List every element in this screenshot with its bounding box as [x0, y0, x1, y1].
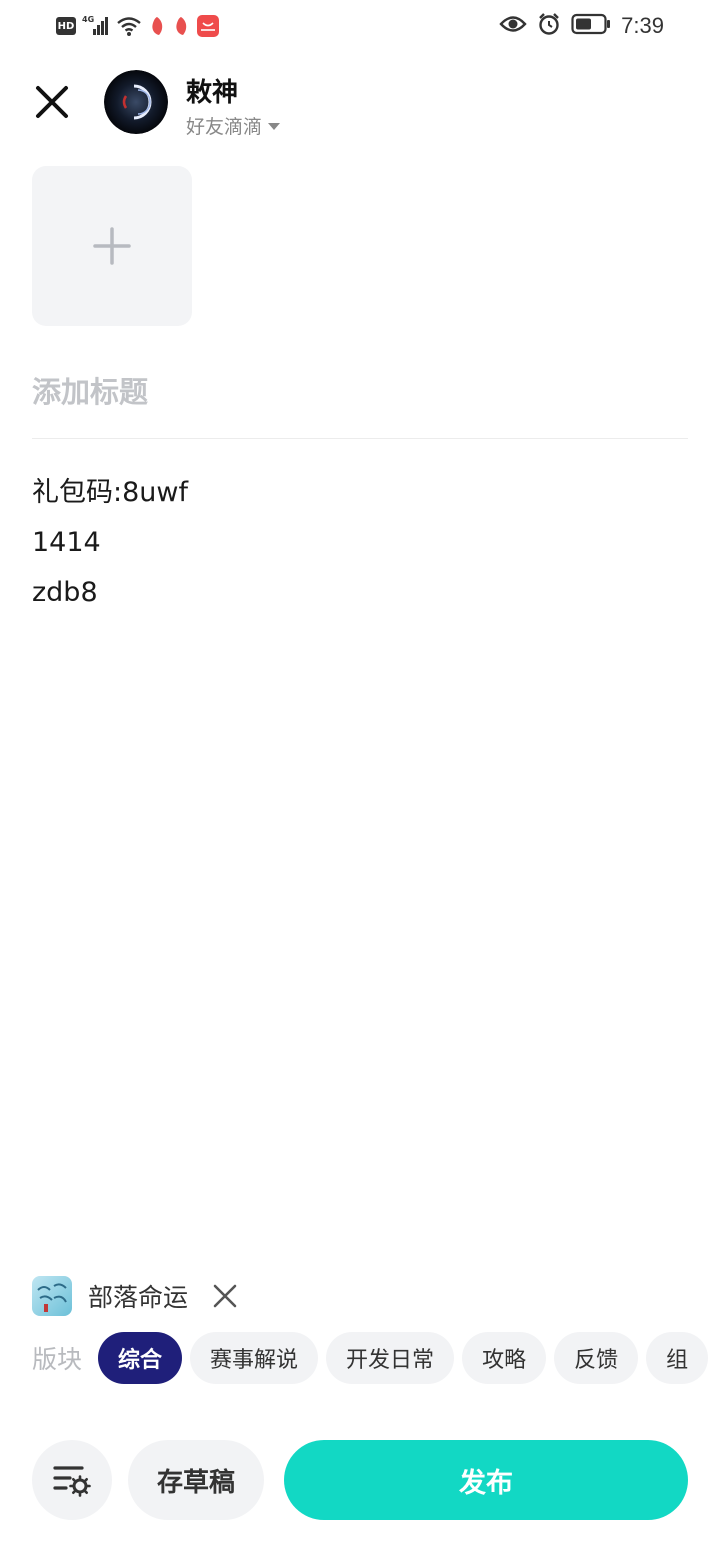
section-chip-dev-diary[interactable]: 开发日常 [326, 1332, 455, 1384]
app-notification-icon [172, 15, 190, 37]
title-divider [32, 438, 688, 439]
remove-game-button[interactable] [210, 1281, 240, 1311]
app-notification-icon [148, 15, 166, 37]
visibility-label: 好友滴滴 [186, 116, 263, 138]
section-label: 版块 [32, 1345, 83, 1374]
caret-down-icon [268, 123, 281, 130]
close-button[interactable] [30, 80, 74, 124]
status-bar: HD 4G 7:39 [0, 0, 720, 56]
settings-list-icon [53, 1466, 91, 1497]
alarm-icon [537, 12, 561, 40]
hd-icon: HD [56, 17, 76, 35]
app-store-icon [196, 14, 220, 38]
section-chip-guides[interactable]: 攻略 [462, 1332, 547, 1384]
content-line: zdb8 [32, 577, 98, 608]
title-input[interactable] [32, 368, 688, 416]
plus-icon [93, 227, 131, 265]
save-draft-button[interactable]: 存草稿 [128, 1440, 264, 1520]
add-image-button[interactable] [32, 166, 192, 326]
game-name: 部落命运 [88, 1283, 189, 1312]
content-line: 礼包码:8uwf [32, 477, 188, 508]
signal-icon: 4G [82, 15, 110, 37]
avatar[interactable] [104, 70, 168, 134]
game-icon [32, 1276, 72, 1316]
hd-label: HD [57, 20, 75, 32]
close-icon [213, 1284, 237, 1308]
section-chip-general[interactable]: 综合 [98, 1332, 183, 1384]
content-line: 1414 [32, 527, 101, 558]
visibility-selector[interactable]: 好友滴滴 [186, 112, 281, 139]
clock-time: 7:39 [621, 13, 664, 38]
wifi-icon [116, 15, 142, 37]
eye-icon [499, 14, 527, 38]
section-selector: 版块 综合 赛事解说 开发日常 攻略 反馈 组 [32, 1332, 716, 1384]
network-label: 4G [82, 15, 95, 24]
post-settings-button[interactable] [32, 1440, 112, 1520]
close-icon [36, 86, 68, 118]
content-editor[interactable]: 礼包码:8uwf 1414 zdb8 [32, 468, 688, 618]
battery-icon [571, 13, 611, 39]
game-tag: 部落命运 [32, 1276, 240, 1316]
section-chip-commentary[interactable]: 赛事解说 [190, 1332, 319, 1384]
section-chip-more[interactable]: 组 [646, 1332, 709, 1384]
user-name: 敕神 [186, 78, 239, 108]
publish-button[interactable]: 发布 [284, 1440, 688, 1520]
section-chip-feedback[interactable]: 反馈 [554, 1332, 639, 1384]
